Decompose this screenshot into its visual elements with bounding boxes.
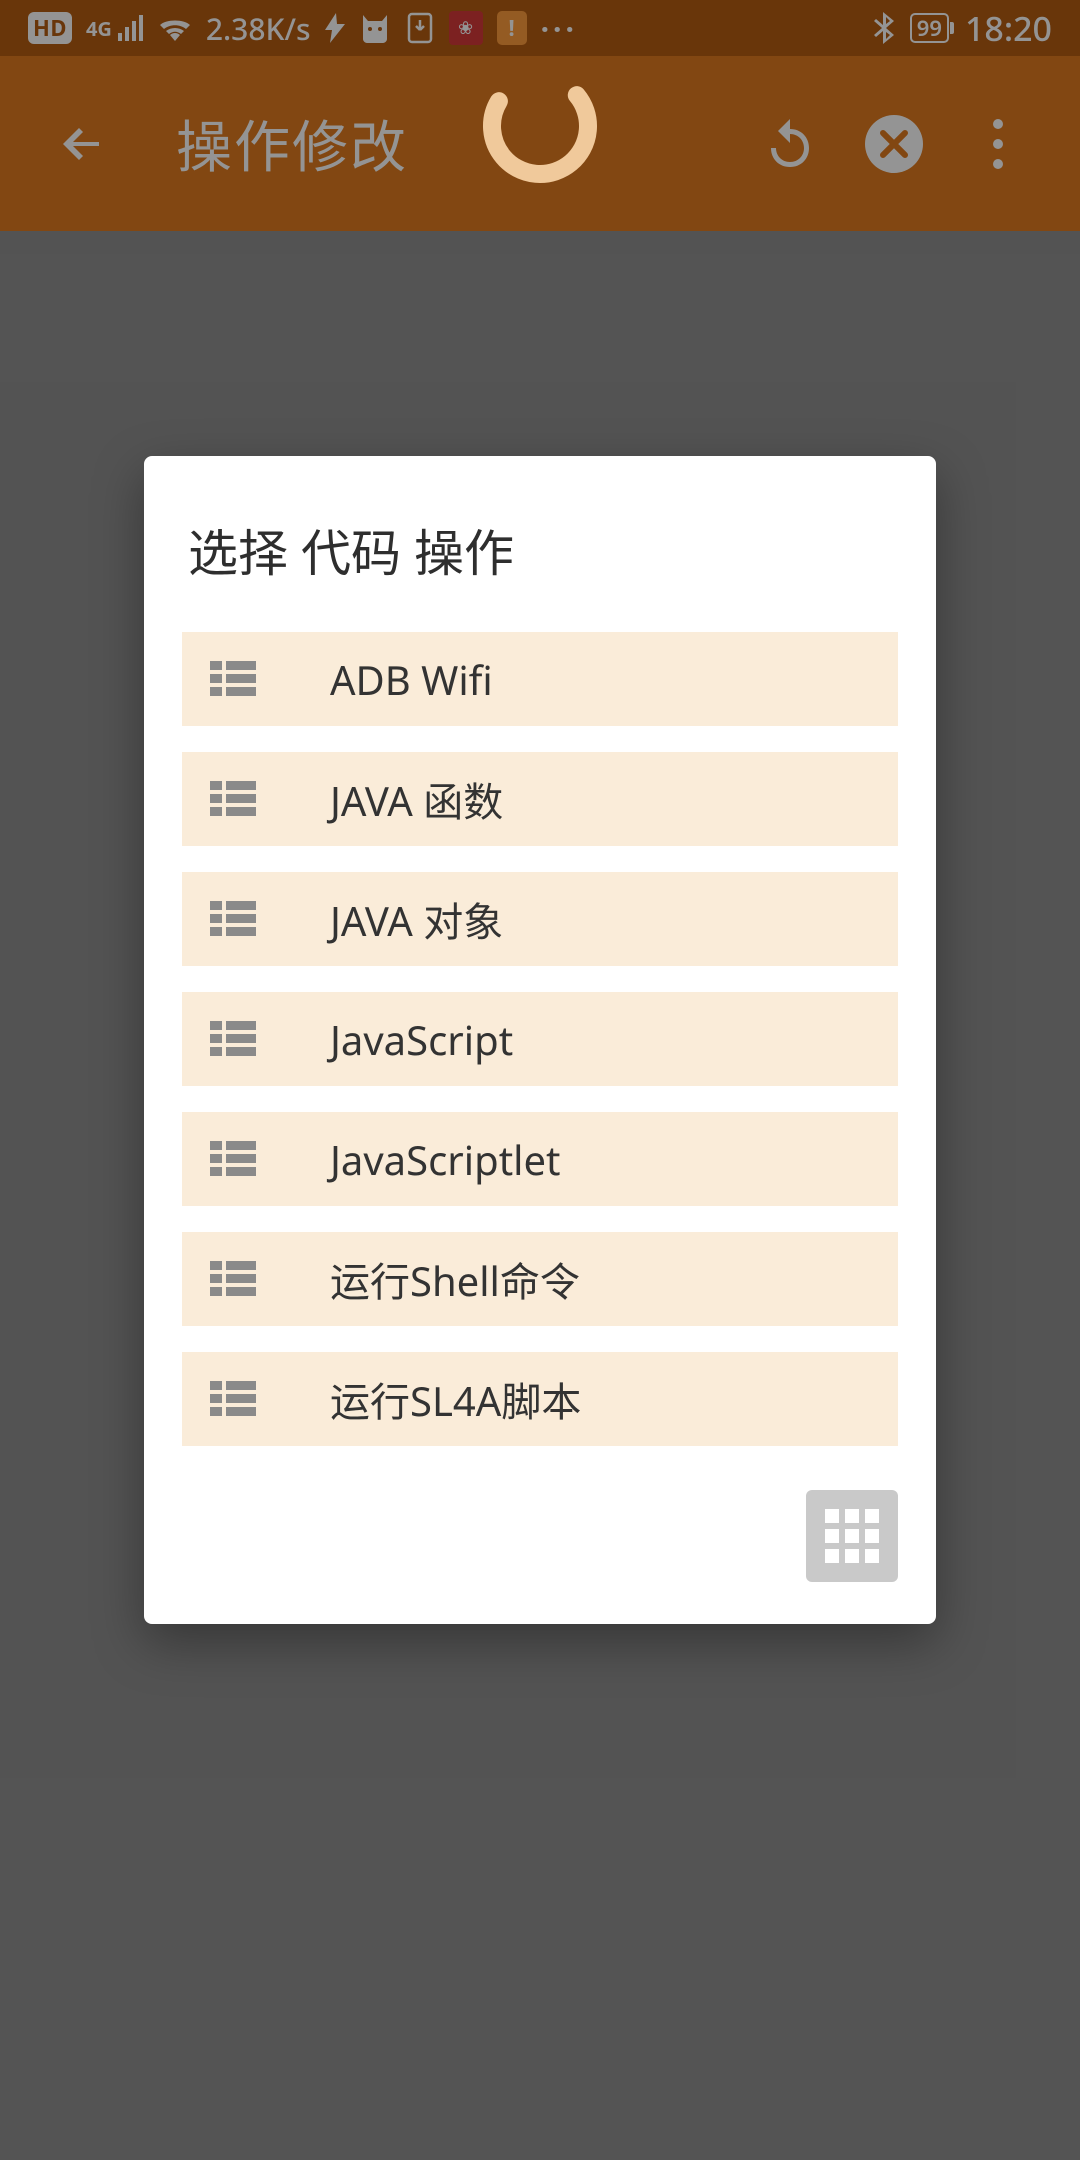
action-item-label: 运行SL4A脚本 (330, 1370, 581, 1428)
action-item-javascript[interactable]: JavaScript (182, 992, 898, 1086)
grid-view-button[interactable] (806, 1490, 898, 1582)
list-icon (210, 781, 260, 817)
list-icon (210, 1141, 260, 1177)
action-item-label: ADB Wifi (330, 652, 493, 707)
list-icon (210, 661, 260, 697)
action-item-adb-wifi[interactable]: ADB Wifi (182, 632, 898, 726)
action-item-label: JavaScript (330, 1012, 513, 1067)
action-item-label: JAVA 对象 (330, 890, 503, 948)
list-icon (210, 1021, 260, 1057)
list-icon (210, 1261, 260, 1297)
action-item-run-sl4a[interactable]: 运行SL4A脚本 (182, 1352, 898, 1446)
action-item-java-function[interactable]: JAVA 函数 (182, 752, 898, 846)
list-icon (210, 901, 260, 937)
dialog-title: 选择 代码 操作 (188, 514, 892, 586)
grid-icon (825, 1509, 879, 1563)
action-item-label: JavaScriptlet (330, 1132, 560, 1187)
action-list: ADB Wifi JAVA 函数 JAVA 对象 JavaScript Java (182, 632, 898, 1446)
action-select-dialog: 选择 代码 操作 ADB Wifi JAVA 函数 JAVA 对象 JavaSc… (144, 456, 936, 1624)
list-icon (210, 1381, 260, 1417)
action-item-label: JAVA 函数 (330, 770, 503, 828)
action-item-javascriptlet[interactable]: JavaScriptlet (182, 1112, 898, 1206)
action-item-run-shell[interactable]: 运行Shell命令 (182, 1232, 898, 1326)
action-item-java-object[interactable]: JAVA 对象 (182, 872, 898, 966)
action-item-label: 运行Shell命令 (330, 1250, 580, 1308)
